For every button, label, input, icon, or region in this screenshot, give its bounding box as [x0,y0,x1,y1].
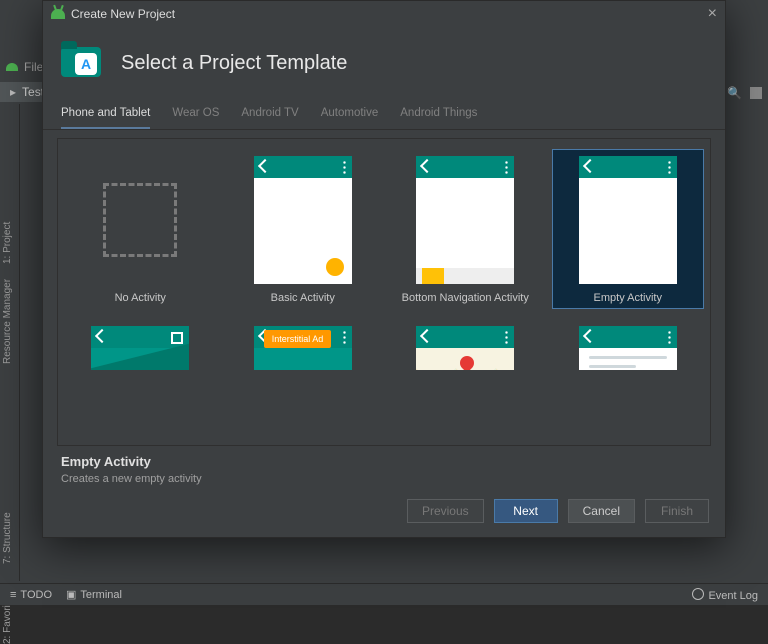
ide-toolbar-right: 🔍 [727,82,762,104]
dialog-title: Create New Project [71,7,175,21]
sidebar-resource-manager[interactable]: Resource Manager [2,279,13,364]
terminal-icon: ▣ [66,588,76,601]
previous-button: Previous [407,499,484,523]
template-admob-activity[interactable]: Interstitial Ad Google AdMob Ads Activit… [227,319,380,373]
template-details: Empty Activity Creates a new empty activ… [43,446,725,489]
search-icon[interactable]: 🔍 [727,86,742,100]
selected-template-desc: Creates a new empty activity [61,473,707,485]
create-project-dialog: Create New Project × A Select a Project … [42,0,726,538]
tab-android-things[interactable]: Android Things [400,107,477,129]
template-category-tabs: Phone and Tablet Wear OS Android TV Auto… [43,107,725,130]
template-master-detail[interactable]: Master/Detail Flow [552,319,705,373]
template-label: Empty Activity [594,292,662,306]
template-thumb [579,156,677,284]
selected-template-title: Empty Activity [61,454,707,469]
dialog-titlebar[interactable]: Create New Project × [43,1,725,27]
android-logo-icon [51,9,65,19]
editor-tab-label: Test [22,85,44,99]
status-todo[interactable]: TODO [20,589,52,601]
ide-statusbar: ≡ TODO ▣ Terminal Event Log [0,583,768,605]
cancel-button[interactable]: Cancel [568,499,635,523]
template-thumb [254,156,352,284]
template-thumb [579,326,677,370]
finish-button: Finish [645,499,709,523]
dialog-header: A Select a Project Template [43,27,725,107]
template-thumb [91,326,189,370]
dialog-heading: Select a Project Template [121,52,347,75]
template-thumb: Interstitial Ad [254,326,352,370]
ide-left-sidebar: 1: Project Resource Manager 7: Structure… [0,104,20,581]
template-maps-activity[interactable]: Google Maps Activity [389,319,542,373]
menubar-file[interactable]: File [24,60,43,74]
todo-icon: ≡ [10,589,16,601]
account-icon[interactable] [750,87,762,99]
status-terminal[interactable]: Terminal [80,589,122,601]
template-basic-activity[interactable]: Basic Activity [227,149,380,309]
template-label: Bottom Navigation Activity [402,292,529,306]
tab-icon: ▸ [10,85,16,99]
tab-automotive[interactable]: Automotive [321,107,379,129]
android-logo-icon [6,63,18,71]
sidebar-project[interactable]: 1: Project [2,222,13,264]
template-empty-activity[interactable]: Empty Activity [552,149,705,309]
template-label: No Activity [115,292,166,306]
next-button[interactable]: Next [494,499,558,523]
template-label: Basic Activity [271,292,335,306]
studio-folder-icon: A [61,41,105,85]
tab-android-tv[interactable]: Android TV [241,107,298,129]
template-thumb [416,326,514,370]
template-thumb [416,156,514,284]
template-gallery[interactable]: No Activity Basic Activity Bottom Naviga… [57,138,711,446]
status-eventlog[interactable]: Event Log [692,588,758,602]
template-bottom-nav-activity[interactable]: Bottom Navigation Activity [389,149,542,309]
sidebar-structure[interactable]: 7: Structure [2,512,13,564]
close-icon[interactable]: × [708,5,717,23]
wizard-buttons: Previous Next Cancel Finish [43,489,725,537]
tab-phone-tablet[interactable]: Phone and Tablet [61,107,150,129]
template-no-activity[interactable]: No Activity [64,149,217,309]
template-thumb [91,156,189,284]
tab-wear-os[interactable]: Wear OS [172,107,219,129]
template-fullscreen-activity[interactable]: Fullscreen Activity [64,319,217,373]
